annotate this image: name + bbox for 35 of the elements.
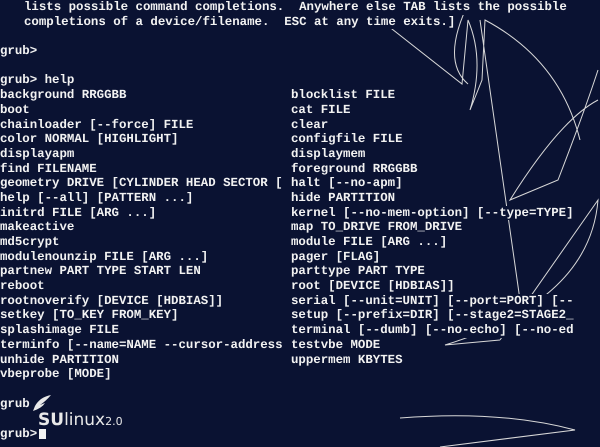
help-command: displaymem [291,146,366,162]
help-command: partnew PART TYPE START LEN [0,264,201,280]
help-command: terminfo [--name=NAME --cursor-address [0,338,283,352]
help-command: background RRGGBB [0,88,126,103]
help-command: map TO_DRIVE FROM_DRIVE [291,220,462,235]
help-command: uppermem KBYTES [291,352,403,368]
logo-version: 2.0 [105,416,123,427]
prompt-text: grub> [0,426,38,441]
help-command: rootnoverify [DEVICE [HDBIAS]] [0,294,224,308]
prompt-text: grub> [0,44,38,58]
help-command: root [DEVICE [HDBIAS]] [291,279,455,294]
prompt-text: grub> help [0,73,74,88]
help-command: md5crypt [0,235,60,250]
logo-text: SUlinux [38,412,106,429]
help-command: setkey [TO_KEY FROM_KEY] [0,308,178,324]
help-command: splashimage FILE [0,323,119,338]
prompt-text: grub [0,396,30,411]
help-command: module FILE [ARG ...] [291,235,448,250]
help-command: foreground RRGGBB [291,162,418,176]
help-command: vbeprobe [MODE] [0,367,112,382]
help-command: configfile FILE [291,132,403,147]
help-command: serial [--unit=UNIT] [--port=PORT] [-- [291,294,574,308]
help-command: modulenounzip FILE [ARG ...] [0,250,208,264]
help-command: parttype PART TYPE [291,264,425,280]
help-command: help [--all] [PATTERN ...] [0,190,194,206]
help-command: halt [--no-apm] [291,176,403,191]
help-command: pager [FLAG] [291,250,380,264]
help-command: color NORMAL [HIGHLIGHT] [0,132,178,147]
help-command: geometry DRIVE [CYLINDER HEAD SECTOR [ [0,176,283,191]
help-command: setup [--prefix=DIR] [--stage2=STAGE2_ [291,308,574,324]
help-command: chainloader [--force] FILE [0,118,194,132]
help-command: displayapm [0,146,74,162]
help-command: kernel [--no-mem-option] [--type=TYPE] [291,206,574,220]
help-command: initrd FILE [ARG ...] [0,206,156,220]
help-command: terminal [--dumb] [--no-echo] [--no-ed [291,323,574,338]
